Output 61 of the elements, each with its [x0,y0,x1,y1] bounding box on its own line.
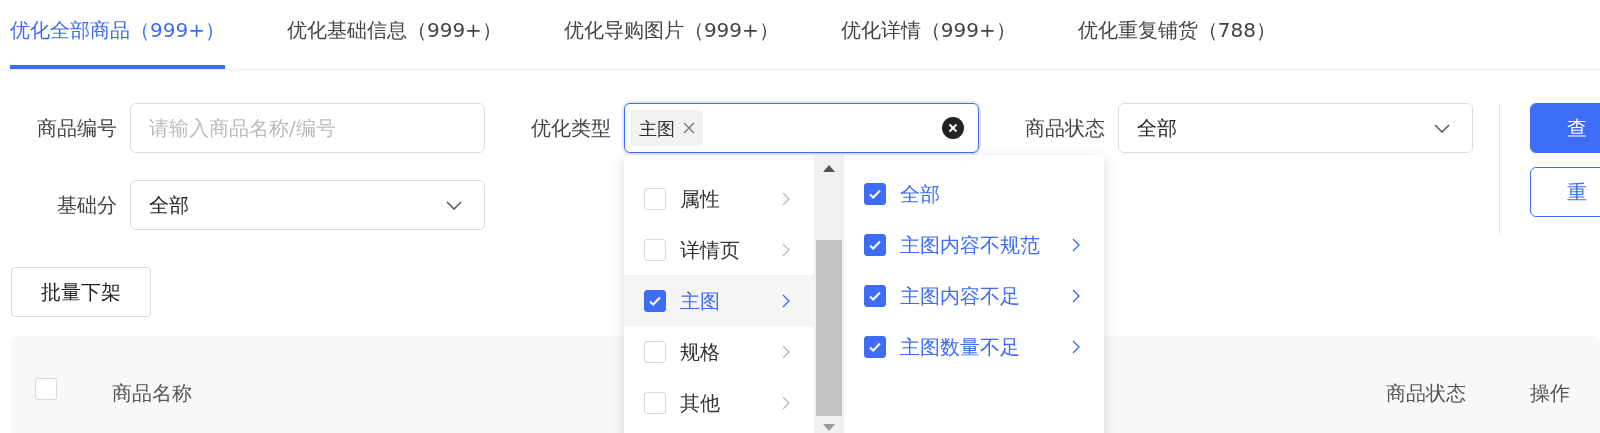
action-button[interactable]: 查 [1530,103,1600,153]
checkbox[interactable] [644,289,666,312]
tag-label: 主图 [639,116,675,141]
search-field[interactable]: 请输入商品名称/编号 [130,103,485,153]
chevron-right-icon [1072,237,1080,252]
close-icon[interactable] [683,122,695,134]
option-label: 主图内容不规范 [900,231,1041,259]
option-label: 全部 [900,180,941,208]
chevron-right-icon [1072,339,1080,354]
chevron-right-icon [782,395,790,410]
option-label: 主图数量不足 [900,333,1021,361]
column-header: 商品名称 [112,381,192,405]
filter-label: 基础分 [56,192,118,219]
cascader-option[interactable]: 主图内容不足 [844,270,1104,321]
cascader-label: 规格 [680,338,721,366]
checkbox[interactable] [864,284,886,307]
select-value: 全部 [1137,115,1177,142]
batch-delist-button[interactable]: 批量下架 [11,267,151,317]
cascader-label: 其他 [680,389,721,417]
select-field[interactable]: 全部 [130,180,485,230]
checkbox[interactable] [864,335,886,358]
checkbox[interactable] [864,233,886,256]
chevron-down-icon [446,200,462,210]
filter-label: 商品编号 [36,115,118,142]
cascader-option[interactable]: 主图数量不足 [844,321,1104,372]
select-value: 全部 [149,192,189,219]
tab[interactable]: 优化详情（999+） [840,15,1016,69]
tab[interactable]: 优化全部商品（999+） [10,15,225,69]
tab[interactable]: 优化重复铺货（788） [1077,15,1276,69]
clear-icon[interactable] [942,117,964,139]
chevron-right-icon [782,242,790,257]
chevron-right-icon [782,293,790,308]
cascader-label: 主图 [680,287,721,315]
column-header: 商品状态 [1386,380,1467,407]
cascader-item[interactable]: 规格 [624,326,814,377]
cascader-option[interactable]: 主图内容不规范 [844,219,1104,270]
chevron-right-icon [1072,288,1080,303]
scroll-up-icon[interactable] [823,165,835,172]
cascader-item[interactable]: 主图 [624,275,814,326]
tab[interactable]: 优化基础信息（999+） [286,15,502,69]
filter-label: 商品状态 [1024,115,1106,142]
option-label: 主图内容不足 [900,282,1021,310]
tab[interactable]: 优化导购图片（999+） [563,15,779,69]
chevron-right-icon [782,191,790,206]
scrollbar[interactable] [814,155,844,433]
checkbox[interactable] [864,182,886,205]
chevron-right-icon [782,344,790,359]
cascader-option[interactable]: 全部 [844,168,1104,219]
action-button[interactable]: 重 [1530,167,1600,217]
cascader-label: 详情页 [680,236,741,264]
column-header: 操作 [1530,380,1571,407]
type-select[interactable]: 主图 [624,103,979,153]
cascader-label: 属性 [680,185,721,213]
scroll-down-icon[interactable] [823,424,835,431]
cascader-item[interactable]: 详情页 [624,224,814,275]
scrollbar-thumb[interactable] [816,240,842,416]
cascader-item[interactable]: 其他 [624,377,814,428]
select-field[interactable]: 全部 [1118,103,1473,153]
cascader-item[interactable]: 属性 [624,173,814,224]
chevron-down-icon [1434,123,1450,133]
filter-label: 优化类型 [530,115,612,142]
